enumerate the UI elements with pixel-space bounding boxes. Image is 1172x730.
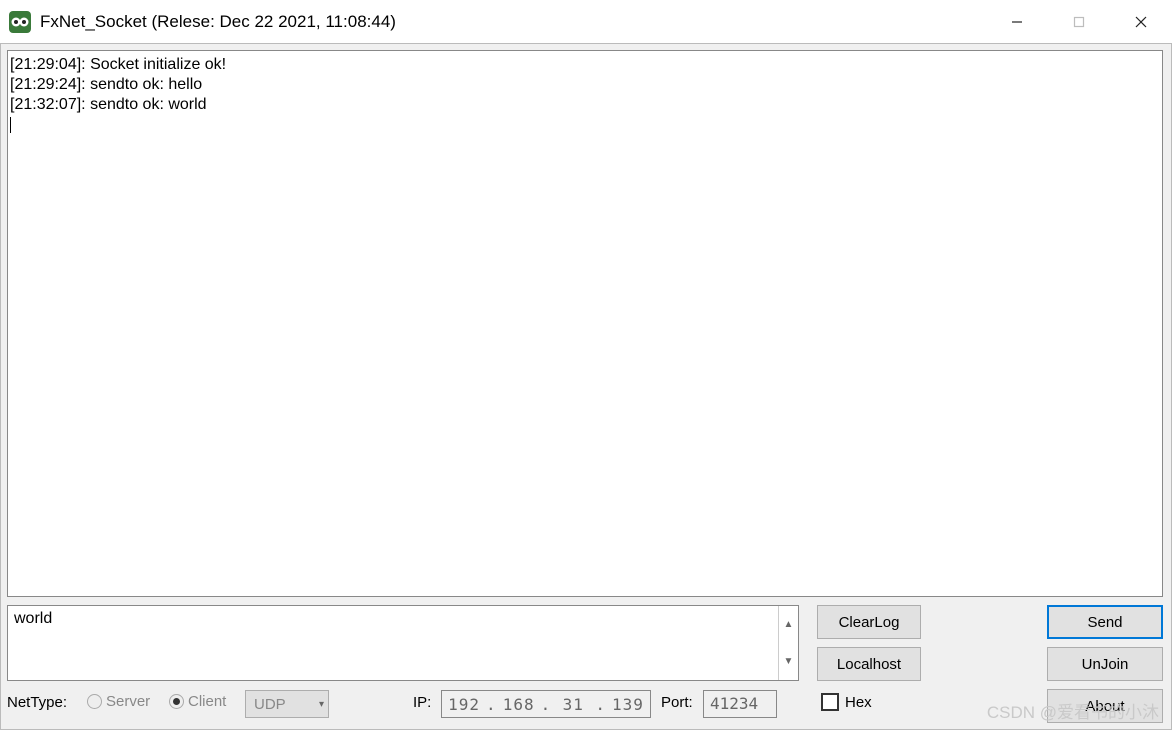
nettype-client-radio[interactable]: Client bbox=[169, 693, 226, 710]
checkbox-icon bbox=[821, 693, 839, 711]
clearlog-button[interactable]: ClearLog bbox=[817, 605, 921, 639]
port-label: Port: bbox=[661, 694, 693, 711]
message-scrollbar[interactable]: ▲ ▼ bbox=[778, 606, 798, 680]
log-textarea[interactable]: [21:29:04]: Socket initialize ok! [21:29… bbox=[7, 50, 1163, 597]
ip-octet: 192 bbox=[442, 695, 486, 714]
window-buttons bbox=[986, 0, 1172, 43]
radio-label: Server bbox=[106, 693, 150, 710]
nettype-server-radio[interactable]: Server bbox=[87, 693, 150, 710]
maximize-button[interactable] bbox=[1048, 0, 1110, 43]
close-button[interactable] bbox=[1110, 0, 1172, 43]
log-line: [21:29:04]: Socket initialize ok! bbox=[10, 56, 226, 73]
scroll-down-icon[interactable]: ▼ bbox=[779, 643, 798, 680]
localhost-button[interactable]: Localhost bbox=[817, 647, 921, 681]
ip-label: IP: bbox=[413, 694, 431, 711]
radio-icon bbox=[169, 694, 184, 709]
ip-octet: 168 bbox=[497, 695, 541, 714]
client-area: [21:29:04]: Socket initialize ok! [21:29… bbox=[0, 44, 1172, 730]
log-line: [21:32:07]: sendto ok: world bbox=[10, 96, 207, 113]
minimize-button[interactable] bbox=[986, 0, 1048, 43]
message-input-container: ▲ ▼ bbox=[7, 605, 799, 681]
log-line: [21:29:24]: sendto ok: hello bbox=[10, 76, 202, 93]
message-input[interactable] bbox=[8, 606, 778, 680]
app-icon bbox=[8, 10, 32, 34]
radio-icon bbox=[87, 694, 102, 709]
nettype-label: NetType: bbox=[7, 694, 67, 711]
chevron-down-icon: ▾ bbox=[319, 699, 324, 710]
about-button[interactable]: About bbox=[1047, 689, 1163, 723]
hex-label: Hex bbox=[845, 694, 872, 711]
unjoin-button[interactable]: UnJoin bbox=[1047, 647, 1163, 681]
protocol-dropdown[interactable]: UDP ▾ bbox=[245, 690, 329, 718]
titlebar: FxNet_Socket (Relese: Dec 22 2021, 11:08… bbox=[0, 0, 1172, 44]
ip-input[interactable]: 192. 168. 31. 139 bbox=[441, 690, 651, 718]
scroll-up-icon[interactable]: ▲ bbox=[779, 606, 798, 643]
send-button[interactable]: Send bbox=[1047, 605, 1163, 639]
text-caret bbox=[10, 117, 11, 133]
protocol-value: UDP bbox=[254, 696, 286, 713]
window-title: FxNet_Socket (Relese: Dec 22 2021, 11:08… bbox=[40, 12, 396, 32]
ip-octet: 31 bbox=[551, 695, 595, 714]
hex-checkbox[interactable]: Hex bbox=[821, 693, 872, 711]
port-input[interactable]: 41234 bbox=[703, 690, 777, 718]
radio-label: Client bbox=[188, 693, 226, 710]
ip-octet: 139 bbox=[606, 695, 650, 714]
